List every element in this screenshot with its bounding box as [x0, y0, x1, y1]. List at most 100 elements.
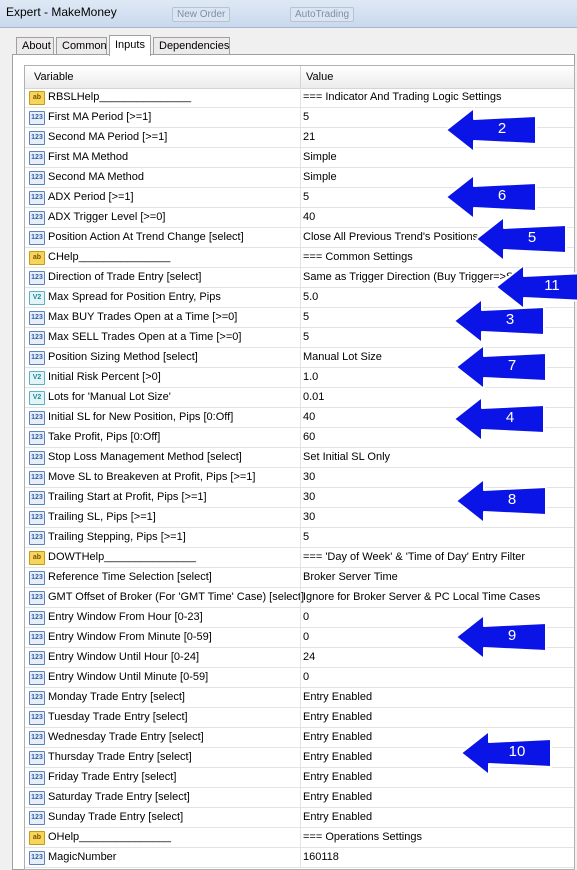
table-header: Variable Value	[25, 66, 574, 89]
tab-inputs[interactable]: Inputs	[109, 35, 151, 56]
variable-value[interactable]: === 'Day of Week' & 'Time of Day' Entry …	[303, 551, 571, 563]
variable-value[interactable]: Entry Enabled	[303, 711, 571, 723]
annotation-arrow: 8	[454, 477, 548, 525]
cell-divider	[300, 408, 301, 428]
table-row[interactable]: 123 Saturday Trade Entry [select] Entry En…	[25, 788, 574, 808]
integer-icon: 123	[29, 511, 45, 525]
cell-divider	[300, 708, 301, 728]
annotation-number: 8	[507, 491, 517, 508]
table-row[interactable]: 123 Direction of Trade Entry [select] Same…	[25, 268, 574, 288]
table-row[interactable]: 123 Sunday Trade Entry [select] Entry Enab…	[25, 808, 574, 828]
table-row[interactable]: 123 GMT Offset of Broker (For 'GMT Time' …	[25, 588, 574, 608]
variable-name: Second MA Period [>=1]	[48, 131, 168, 143]
annotation-arrow: 9	[454, 613, 548, 661]
variable-name: Move SL to Breakeven at Profit, Pips [>=…	[48, 471, 256, 483]
table-row[interactable]: 123 Stop Loss Management Method [select] S…	[25, 448, 574, 468]
integer-icon: 123	[29, 191, 45, 205]
variable-name: Take Profit, Pips [0:Off]	[48, 431, 161, 443]
cell-divider	[300, 468, 301, 488]
variable-value[interactable]: 160118	[303, 851, 571, 863]
integer-icon: 123	[29, 691, 45, 705]
cell-divider	[300, 488, 301, 508]
variable-name: Initial SL for New Position, Pips [0:Off…	[48, 411, 234, 423]
integer-icon: 123	[29, 811, 45, 825]
variable-name: Max BUY Trades Open at a Time [>=0]	[48, 311, 238, 323]
window-title: Expert - MakeMoney	[6, 5, 117, 19]
annotation-arrow: 5	[474, 215, 568, 263]
variable-name: Wednesday Trade Entry [select]	[48, 731, 204, 743]
table-row[interactable]: ab RBSLHelp_______________ === Indicator A…	[25, 88, 574, 108]
integer-icon: 123	[29, 151, 45, 165]
variable-name: Entry Window Until Hour [0-24]	[48, 651, 199, 663]
integer-icon: 123	[29, 331, 45, 345]
cell-divider	[300, 288, 301, 308]
cell-divider	[300, 768, 301, 788]
annotation-arrow: 10	[459, 729, 553, 777]
variable-name: Monday Trade Entry [select]	[48, 691, 185, 703]
cell-divider	[300, 588, 301, 608]
table-row[interactable]: 123 Tuesday Trade Entry [select] Entry Ena…	[25, 708, 574, 728]
table-row[interactable]: 123 Entry Window Until Minute [0-59] 0	[25, 668, 574, 688]
variable-name: OHelp_______________	[48, 831, 171, 843]
cell-divider	[300, 328, 301, 348]
integer-icon: 123	[29, 851, 45, 865]
cell-divider	[300, 728, 301, 748]
column-divider[interactable]	[300, 66, 301, 88]
table-row[interactable]: 123 Reference Time Selection [select] Brok…	[25, 568, 574, 588]
annotation-number: 9	[507, 627, 517, 644]
cell-divider	[300, 188, 301, 208]
double-icon: V2	[29, 391, 45, 405]
variable-value[interactable]: Broker Server Time	[303, 571, 571, 583]
cell-divider	[300, 548, 301, 568]
variable-value[interactable]: 5	[303, 531, 571, 543]
variable-name: First MA Method	[48, 151, 129, 163]
value-column-header[interactable]: Value	[306, 71, 333, 83]
variable-name: Saturday Trade Entry [select]	[48, 791, 190, 803]
cell-divider	[300, 828, 301, 848]
variable-name: Trailing Stepping, Pips [>=1]	[48, 531, 186, 543]
tab-common[interactable]: Common	[56, 37, 107, 54]
integer-icon: 123	[29, 431, 45, 445]
variable-value[interactable]: Set Initial SL Only	[303, 451, 571, 463]
integer-icon: 123	[29, 491, 45, 505]
variable-name: Max Spread for Position Entry, Pips	[48, 291, 221, 303]
double-icon: V2	[29, 291, 45, 305]
cell-divider	[300, 448, 301, 468]
variable-name: Entry Window Until Minute [0-59]	[48, 671, 209, 683]
variable-value[interactable]: === Operations Settings	[303, 831, 571, 843]
variable-value[interactable]: Entry Enabled	[303, 791, 571, 803]
annotation-arrow: 4	[452, 395, 546, 443]
variable-name: Max SELL Trades Open at a Time [>=0]	[48, 331, 242, 343]
variable-name: ADX Period [>=1]	[48, 191, 134, 203]
variable-value[interactable]: Entry Enabled	[303, 811, 571, 823]
variable-value[interactable]: === Indicator And Trading Logic Settings	[303, 91, 571, 103]
variable-name: Position Sizing Method [select]	[48, 351, 198, 363]
cell-divider	[300, 228, 301, 248]
tab-dependencies[interactable]: Dependencies	[153, 37, 230, 54]
integer-icon: 123	[29, 171, 45, 185]
variable-name: GMT Offset of Broker (For 'GMT Time' Cas…	[48, 591, 305, 603]
variable-value[interactable]: 0	[303, 671, 571, 683]
variable-column-header[interactable]: Variable	[34, 71, 74, 83]
cell-divider	[300, 568, 301, 588]
table-row[interactable]: 123 Monday Trade Entry [select] Entry Enab…	[25, 688, 574, 708]
variable-name: Entry Window From Minute [0-59]	[48, 631, 212, 643]
variable-name: Second MA Method	[48, 171, 145, 183]
cell-divider	[300, 308, 301, 328]
cell-divider	[300, 608, 301, 628]
variable-value[interactable]: Ignore for Broker Server & PC Local Time…	[303, 591, 571, 603]
integer-icon: 123	[29, 711, 45, 725]
integer-icon: 123	[29, 271, 45, 285]
tab-about[interactable]: About	[16, 37, 54, 54]
table-row[interactable]: 123 Trailing Stepping, Pips [>=1] 5	[25, 528, 574, 548]
annotation-number: 5	[527, 229, 537, 246]
table-row[interactable]: 123 MagicNumber 160118	[25, 848, 574, 868]
variable-name: CHelp_______________	[48, 251, 171, 263]
integer-icon: 123	[29, 471, 45, 485]
integer-icon: 123	[29, 571, 45, 585]
annotation-number: 2	[497, 120, 507, 137]
cell-divider	[300, 848, 301, 868]
table-row[interactable]: ab DOWTHelp_______________ === 'Day of Wee…	[25, 548, 574, 568]
variable-value[interactable]: Entry Enabled	[303, 691, 571, 703]
table-row[interactable]: ab OHelp_______________ === Operations Set…	[25, 828, 574, 848]
